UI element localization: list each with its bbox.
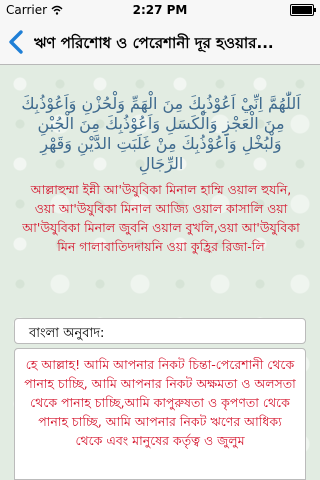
translation-text: হে আল্লাহ! আমি আপনার নিকট চিন্তা-পেরেশান…: [24, 357, 296, 448]
battery-icon: [290, 4, 316, 16]
translation-header: বাংলা অনুবাদ:: [14, 318, 306, 344]
status-bar: Carrier 2:27 PM: [0, 0, 320, 20]
translation-header-label: বাংলা অনুবাদ:: [29, 326, 105, 341]
translation-box: হে আল্লাহ! আমি আপনার নিকট চিন্তা-পেরেশান…: [14, 348, 306, 480]
battery-indicator: [290, 4, 316, 19]
navigation-bar: ঋণ পরিশোধ ও পেরেশানী দূর হওয়ার...: [0, 20, 320, 65]
chevron-left-icon[interactable]: [6, 28, 30, 56]
transliteration-text: আল্লাহুম্মা ইন্নী আ'উযুবিকা মিনাল হাম্মি…: [22, 182, 300, 254]
page-title: ঋণ পরিশোধ ও পেরেশানী দূর হওয়ার...: [34, 34, 274, 52]
status-time: 2:27 PM: [132, 3, 188, 17]
